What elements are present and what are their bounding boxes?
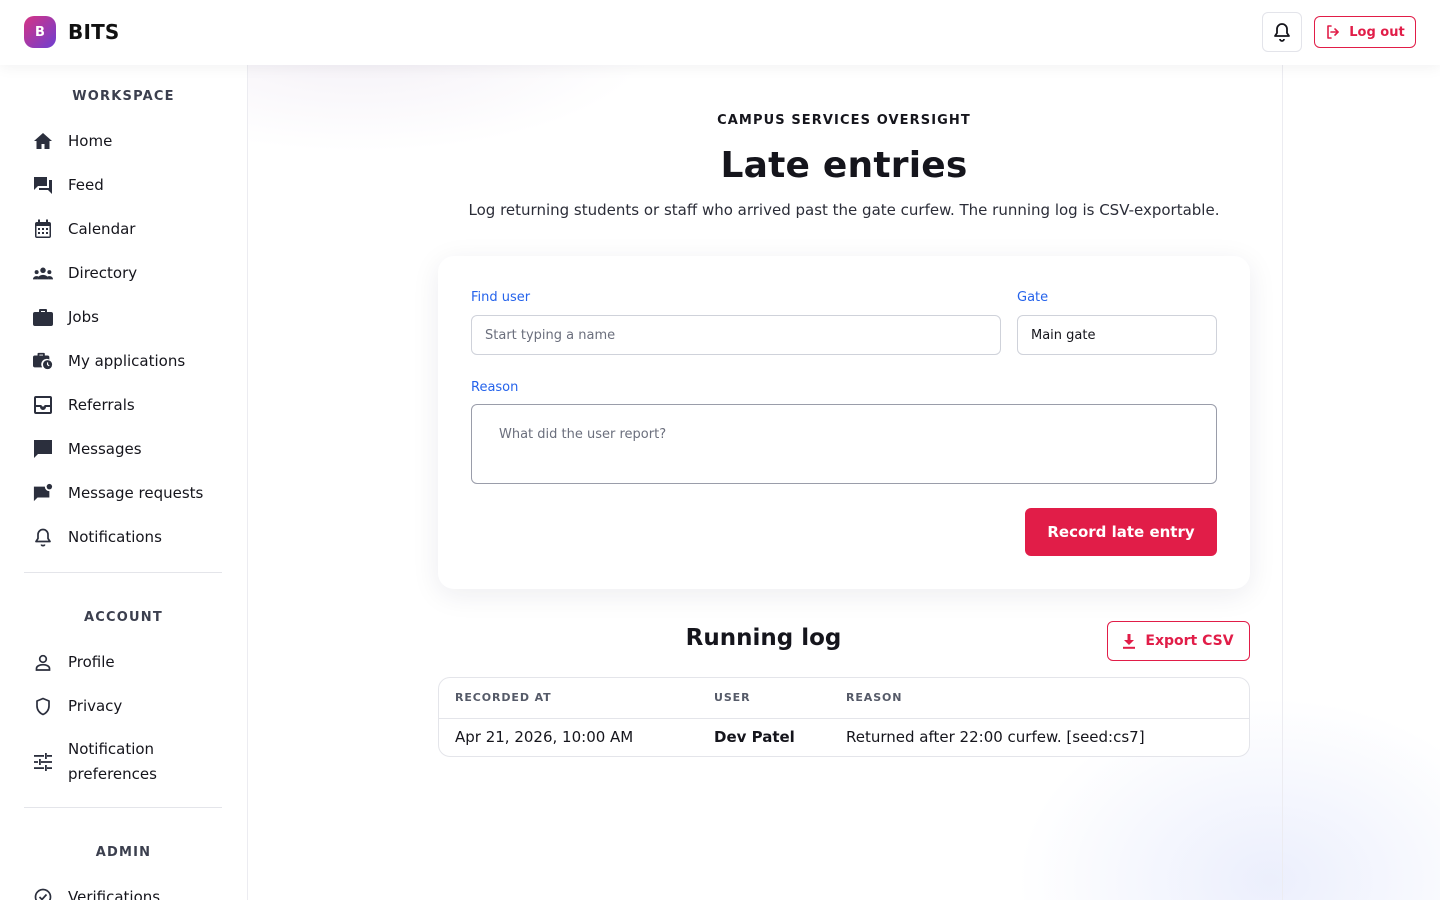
bell-icon xyxy=(33,527,53,547)
sidebar-item-message-requests[interactable]: Message requests xyxy=(24,473,224,513)
running-log-title: Running log xyxy=(685,625,842,651)
sidebar-item-label: Referrals xyxy=(68,396,135,414)
sidebar-item-label: Privacy xyxy=(68,697,123,715)
brand[interactable]: B BITS xyxy=(24,16,120,48)
page-subtitle: Log returning students or staff who arri… xyxy=(468,201,1220,219)
sidebar: WORKSPACE Home Feed Calendar Directory J… xyxy=(0,65,248,900)
work-history-icon xyxy=(33,351,53,371)
sidebar-item-profile[interactable]: Profile xyxy=(24,642,224,682)
cell-recorded-at: Apr 21, 2026, 10:00 AM xyxy=(455,728,634,746)
sidebar-divider xyxy=(24,807,222,808)
cell-user[interactable]: Dev Patel xyxy=(714,728,795,746)
sidebar-item-label: Verifications xyxy=(68,888,161,900)
section-title-workspace: WORKSPACE xyxy=(72,89,175,104)
find-user-label: Find user xyxy=(471,290,531,305)
sidebar-item-label: Calendar xyxy=(68,220,136,238)
reason-label: Reason xyxy=(471,380,519,395)
sidebar-item-directory[interactable]: Directory xyxy=(24,253,224,293)
sidebar-item-label: Profile xyxy=(68,653,115,671)
column-header-recorded-at: RECORDED AT xyxy=(455,691,552,704)
sidebar-item-calendar[interactable]: Calendar xyxy=(24,209,224,249)
sidebar-item-label: My applications xyxy=(68,352,186,370)
sidebar-item-label: Notification preferences xyxy=(68,740,157,783)
top-bar: B BITS Log out xyxy=(0,0,1440,65)
find-user-input[interactable]: Start typing a name xyxy=(471,315,1001,355)
sidebar-item-feed[interactable]: Feed xyxy=(24,165,224,205)
logout-label: Log out xyxy=(1349,24,1405,40)
reason-textarea[interactable]: What did the user report? xyxy=(471,404,1217,484)
sidebar-item-messages[interactable]: Messages xyxy=(24,429,224,469)
download-icon xyxy=(1123,633,1136,649)
sidebar-item-label: Messages xyxy=(68,440,142,458)
sidebar-item-label: Notifications xyxy=(68,528,162,546)
sidebar-item-notification-preferences[interactable]: Notification preferences xyxy=(24,735,224,789)
groups-icon xyxy=(33,263,53,283)
table-header-separator xyxy=(439,718,1249,719)
export-csv-button[interactable]: Export CSV xyxy=(1107,621,1250,661)
logout-icon xyxy=(1327,25,1340,39)
section-title-admin: ADMIN xyxy=(95,845,152,860)
page-title: Late entries xyxy=(720,145,968,186)
mark-chat-icon xyxy=(33,483,53,503)
verified-icon xyxy=(33,887,53,900)
record-late-entry-button[interactable]: Record late entry xyxy=(1025,508,1217,556)
column-header-user: USER xyxy=(714,691,751,704)
shield-icon xyxy=(33,696,53,716)
briefcase-icon xyxy=(33,307,53,327)
sidebar-item-home[interactable]: Home xyxy=(24,121,224,161)
sidebar-item-label: Feed xyxy=(68,176,104,194)
brand-name: BITS xyxy=(68,20,120,44)
forum-icon xyxy=(33,175,53,195)
sidebar-divider xyxy=(24,572,222,573)
column-header-reason: REASON xyxy=(846,691,903,704)
notifications-button[interactable] xyxy=(1262,12,1302,52)
sidebar-item-label: Message requests xyxy=(68,484,204,502)
sidebar-item-my-applications[interactable]: My applications xyxy=(24,341,224,381)
home-icon xyxy=(33,131,53,151)
sidebar-item-label: Home xyxy=(68,132,113,150)
brand-logo: B xyxy=(24,16,56,48)
sidebar-item-jobs[interactable]: Jobs xyxy=(24,297,224,337)
logout-button[interactable]: Log out xyxy=(1314,16,1416,48)
tune-icon xyxy=(33,752,53,772)
sidebar-item-verifications[interactable]: Verifications xyxy=(24,877,224,900)
page-eyebrow: CAMPUS SERVICES OVERSIGHT xyxy=(717,113,971,128)
section-title-account: ACCOUNT xyxy=(84,610,163,625)
cell-reason: Returned after 22:00 curfew. [seed:cs7] xyxy=(846,728,1145,746)
chat-icon xyxy=(33,439,53,459)
sidebar-item-privacy[interactable]: Privacy xyxy=(24,686,224,726)
main-right-border xyxy=(1282,65,1283,900)
export-csv-label: Export CSV xyxy=(1145,633,1234,649)
running-log-table: RECORDED AT USER REASON Apr 21, 2026, 10… xyxy=(438,677,1250,757)
person-icon xyxy=(33,652,53,672)
sidebar-item-referrals[interactable]: Referrals xyxy=(24,385,224,425)
gate-select[interactable]: Main gate xyxy=(1017,315,1217,355)
gate-label: Gate xyxy=(1017,290,1049,305)
inbox-icon xyxy=(33,395,53,415)
sidebar-item-label: Jobs xyxy=(68,308,99,326)
calendar-icon xyxy=(33,219,53,239)
sidebar-item-notifications[interactable]: Notifications xyxy=(24,517,224,557)
bell-icon xyxy=(1274,23,1290,42)
late-entry-form-card: Find user Start typing a name Gate Main … xyxy=(438,256,1250,589)
sidebar-item-label: Directory xyxy=(68,264,138,282)
